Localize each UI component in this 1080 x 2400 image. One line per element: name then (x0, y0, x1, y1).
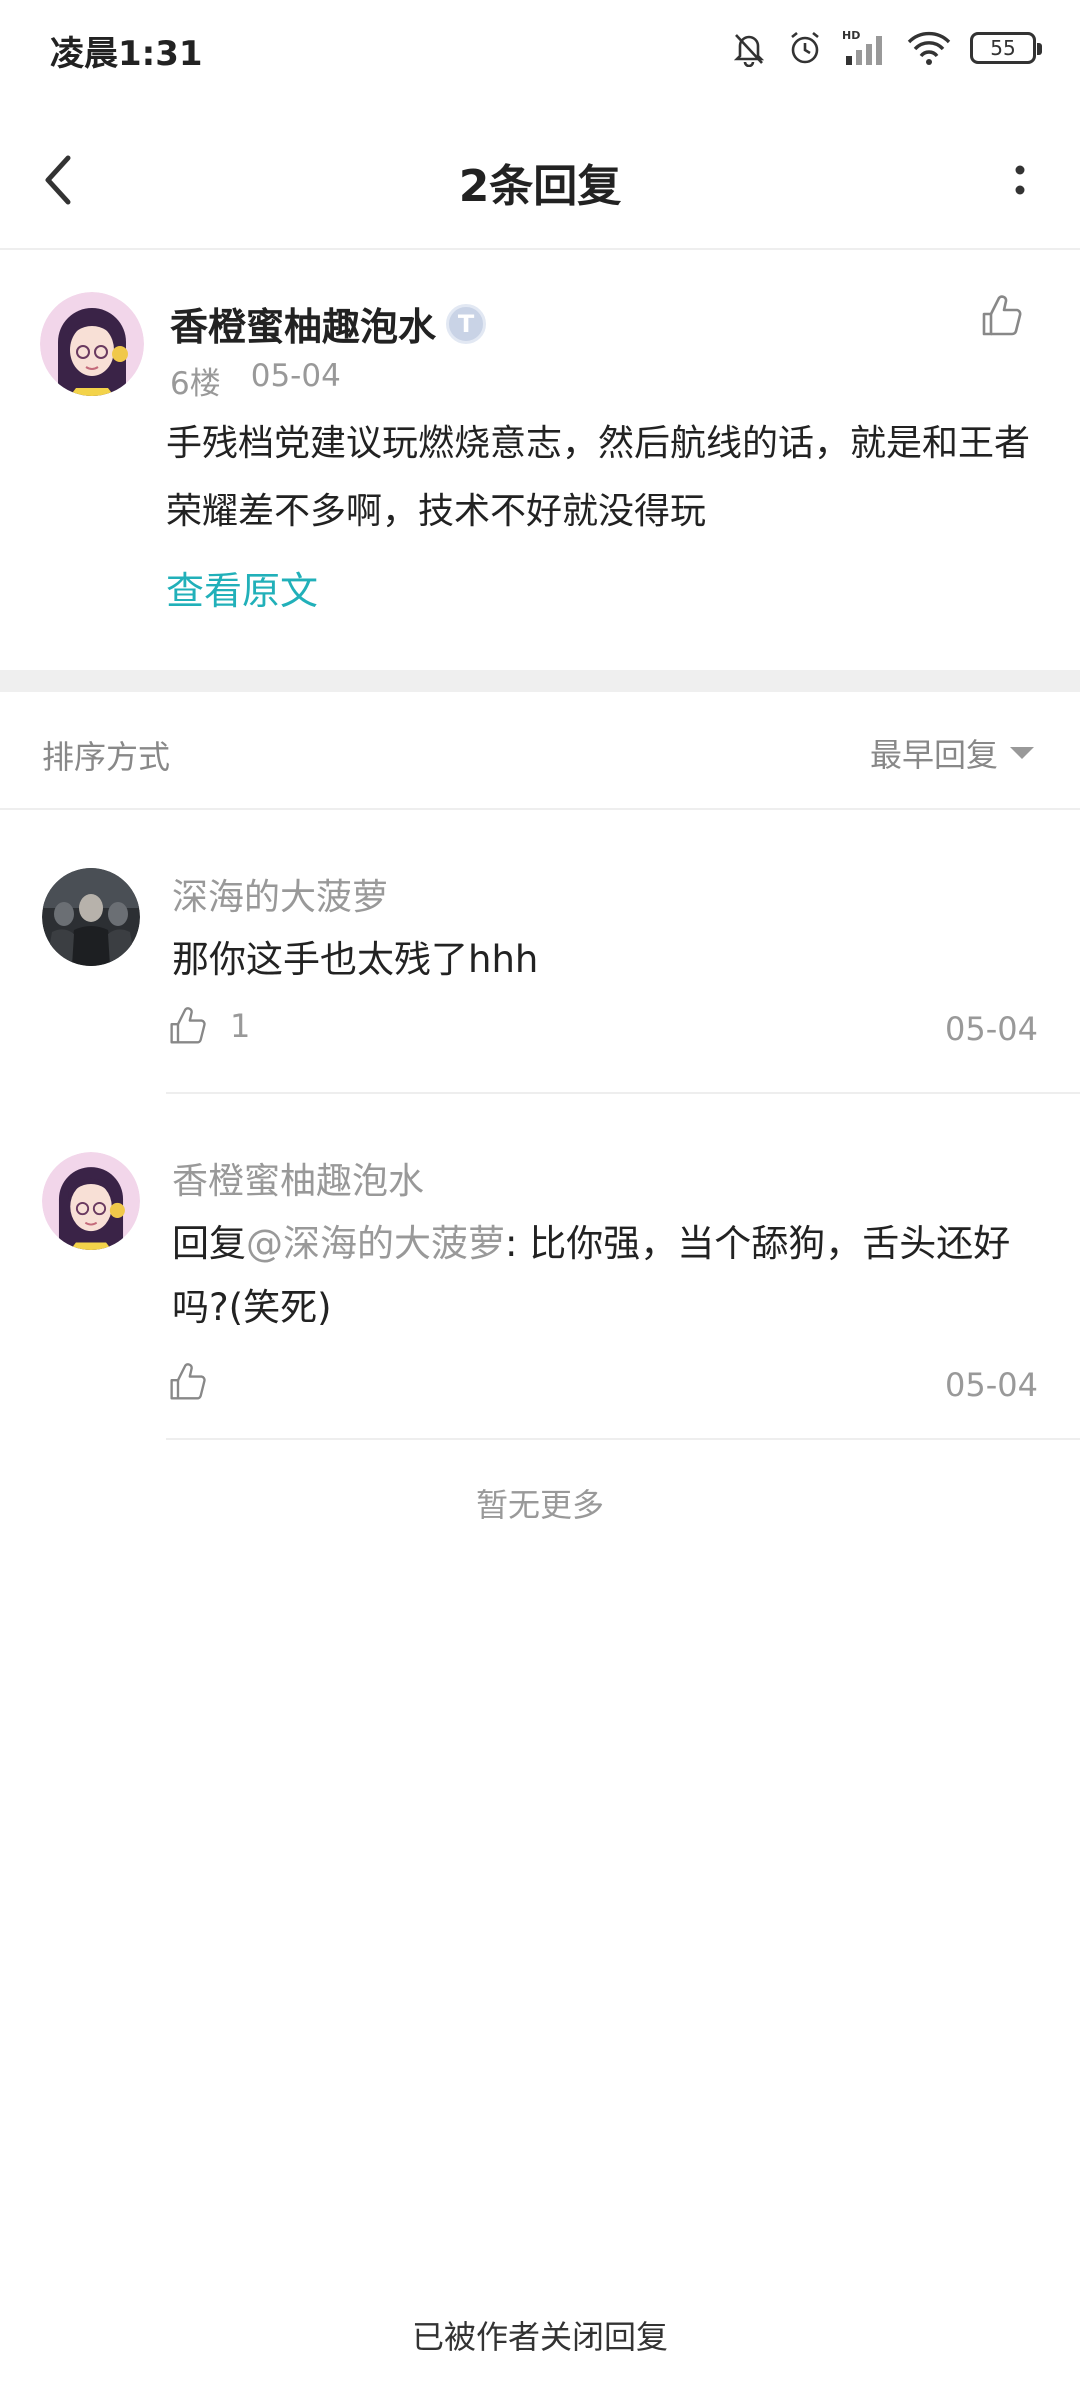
post-author[interactable]: 香橙蜜柚趣泡水 T (170, 296, 487, 351)
caret-down-icon (1010, 747, 1034, 759)
alarm-icon (786, 29, 824, 67)
anime-girl-avatar-icon (42, 1152, 140, 1250)
signal-icon: HD (842, 28, 888, 68)
reply-author[interactable]: 深海的大菠萝 (172, 868, 388, 920)
status-icons: HD 55 (730, 24, 1042, 72)
avatar[interactable] (42, 1152, 140, 1250)
status-time: 凌晨1:31 (50, 34, 203, 74)
reply-author[interactable]: 香橙蜜柚趣泡水 (172, 1152, 424, 1204)
nav-bar: 2条回复 (0, 110, 1080, 250)
hd-label: HD (842, 29, 860, 42)
thumbs-up-icon (170, 1007, 206, 1044)
reply-like-button[interactable] (168, 1362, 230, 1402)
avatar[interactable] (40, 292, 144, 396)
view-original-link[interactable]: 查看原文 (166, 560, 318, 615)
more-vertical-icon (1015, 165, 1025, 195)
wifi-icon (906, 29, 952, 67)
reply-divider (166, 1438, 1080, 1440)
original-comment: 香橙蜜柚趣泡水 T 6楼 05-04 手残档党建议玩燃烧意志，然后航线的话，就是… (0, 252, 1080, 672)
like-count: 1 (230, 1007, 251, 1045)
mention-link[interactable]: @深海的大菠萝 (246, 1222, 505, 1265)
post-meta: 6楼 05-04 (170, 358, 341, 403)
group-photo-avatar-icon (42, 868, 140, 966)
reply-text: 那你这手也太残了hhh (172, 938, 539, 981)
post-author-name: 香橙蜜柚趣泡水 (170, 305, 437, 349)
post-date: 05-04 (250, 358, 341, 394)
battery-icon: 55 (970, 32, 1042, 64)
reply-prefix: 回复 (172, 1222, 246, 1265)
thumbs-up-icon (982, 295, 1022, 336)
sort-bar: 排序方式 最早回复 (0, 692, 1080, 810)
mute-bell-icon (730, 29, 768, 67)
more-options-button[interactable] (1010, 148, 1030, 218)
post-content: 手残档党建议玩燃烧意志，然后航线的话，就是和王者荣耀差不多啊，技术不好就没得玩 (166, 423, 1031, 532)
no-more-text: 暂无更多 (475, 1486, 604, 1524)
reply-item: 香橙蜜柚趣泡水 回复@深海的大菠萝: 比你强，当个舔狗，舌头还好吗?(笑死) 0… (0, 1094, 1080, 1440)
anime-girl-avatar-icon (40, 292, 144, 396)
badge-label: T (457, 309, 475, 338)
battery-level: 55 (990, 36, 1016, 60)
level-badge: T (446, 303, 487, 344)
page-title: 2条回复 (458, 161, 622, 212)
avatar[interactable] (42, 868, 140, 966)
replies-closed-notice: 已被作者关闭回复 (411, 2318, 668, 2356)
post-floor: 6楼 (170, 366, 221, 402)
thumbs-up-icon (170, 1363, 206, 1400)
section-divider (0, 670, 1080, 692)
sort-selected-value: 最早回复 (869, 736, 998, 774)
reply-date: 05-04 (945, 1010, 1038, 1048)
reply-date: 05-04 (945, 1366, 1038, 1404)
sort-dropdown[interactable]: 最早回复 (870, 730, 1034, 776)
status-bar: 凌晨1:31 HD 55 (0, 0, 1080, 96)
sort-label: 排序方式 (42, 738, 171, 776)
post-like-button[interactable] (980, 294, 1024, 338)
reply-item: 深海的大菠萝 那你这手也太残了hhh 1 05-04 (0, 810, 1080, 1094)
reply-like-button[interactable]: 1 (168, 1006, 250, 1046)
reply-text: 回复@深海的大菠萝: 比你强，当个舔狗，舌头还好吗?(笑死) (172, 1212, 1042, 1340)
